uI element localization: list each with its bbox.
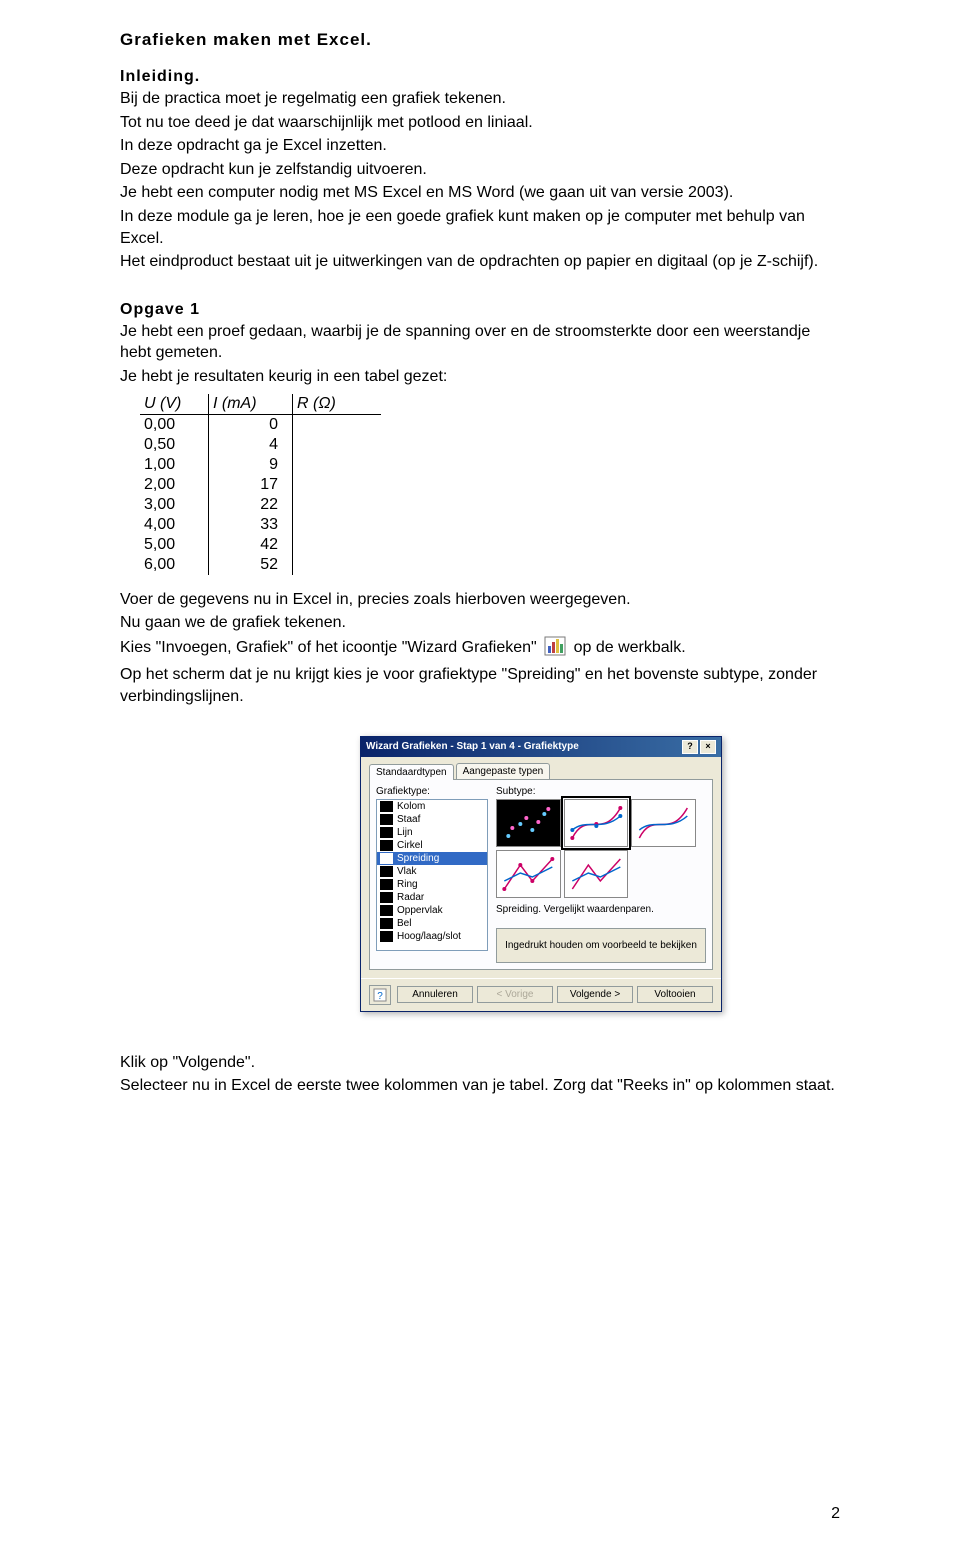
type-icon [380, 840, 393, 851]
intro-line: In deze opdracht ga je Excel inzetten. [120, 135, 840, 157]
type-icon [380, 801, 393, 812]
intro-block: Inleiding. Bij de practica moet je regel… [120, 68, 840, 273]
chart-wizard-icon [544, 636, 566, 663]
help-icon[interactable]: ? [682, 740, 698, 754]
th-i: I (mA) [209, 394, 293, 415]
type-icon [380, 918, 393, 929]
wizard-tabs: Standaardtypen Aangepaste typen [369, 763, 713, 779]
chart-wizard-dialog: Wizard Grafieken - Stap 1 van 4 - Grafie… [360, 736, 722, 1012]
subtype-scatter-lines-markers[interactable] [496, 850, 561, 898]
finish-button[interactable]: Voltooien [637, 986, 713, 1003]
svg-text:?: ? [377, 991, 383, 1002]
page-title: Grafieken maken met Excel. [120, 30, 840, 50]
list-item[interactable]: Spreiding [377, 852, 487, 865]
list-item[interactable]: Lijn [377, 826, 487, 839]
subtype-label: Subtype: [496, 786, 706, 797]
intro-line: Het eindproduct bestaat uit je uitwerkin… [120, 251, 840, 273]
subtype-description: Spreiding. Vergelijkt waardenparen. [496, 904, 706, 926]
table-row: 1,009 [140, 455, 381, 475]
data-table: U (V) I (mA) R (Ω) 0,000 0,504 1,009 2,0… [140, 394, 840, 575]
intro-line: Je hebt een computer nodig met MS Excel … [120, 182, 840, 204]
after-table-l1: Voer de gegevens nu in Excel in, precies… [120, 589, 840, 611]
th-r: R (Ω) [293, 394, 382, 415]
type-icon [380, 827, 393, 838]
list-item[interactable]: Radar [377, 891, 487, 904]
table-header-row: U (V) I (mA) R (Ω) [140, 394, 381, 415]
intro-heading: Inleiding. [120, 68, 840, 86]
table-row: 5,0042 [140, 535, 381, 555]
tab-standard-types[interactable]: Standaardtypen [369, 764, 454, 780]
type-icon [380, 892, 393, 903]
intro-line: In deze module ga je leren, hoe je een g… [120, 206, 840, 249]
outro-block: Klik op "Volgende". Selecteer nu in Exce… [120, 1052, 840, 1097]
list-item[interactable]: Bel [377, 917, 487, 930]
cancel-button[interactable]: Annuleren [397, 986, 473, 1003]
after-table-l3a: Kies "Invoegen, Grafiek" of het icoontje… [120, 639, 537, 656]
back-button[interactable]: < Vorige [477, 986, 553, 1003]
wizard-footer: ? Annuleren < Vorige Volgende > Voltooie… [361, 978, 721, 1011]
office-icon: ? [373, 988, 387, 1002]
th-u: U (V) [140, 394, 209, 415]
table-row: 2,0017 [140, 475, 381, 495]
outro-l2: Selecteer nu in Excel de eerste twee kol… [120, 1075, 840, 1097]
page-number: 2 [831, 1505, 840, 1523]
type-icon [380, 866, 393, 877]
subtype-scatter-points[interactable] [496, 799, 561, 847]
type-icon [380, 853, 393, 864]
preview-button[interactable]: Ingedrukt houden om voorbeeld te bekijke… [496, 928, 706, 963]
subtype-scatter-smooth-markers[interactable] [564, 799, 629, 847]
close-icon[interactable]: × [700, 740, 716, 754]
after-table-l3b: op de werkbalk. [574, 639, 686, 656]
outro-l1: Klik op "Volgende". [120, 1052, 840, 1074]
after-table-l3: Kies "Invoegen, Grafiek" of het icoontje… [120, 636, 840, 663]
table-row: 3,0022 [140, 495, 381, 515]
after-table-l2: Nu gaan we de grafiek tekenen. [120, 612, 840, 634]
help-button[interactable]: ? [369, 985, 391, 1005]
type-icon [380, 879, 393, 890]
list-item[interactable]: Ring [377, 878, 487, 891]
list-item[interactable]: Cirkel [377, 839, 487, 852]
next-button[interactable]: Volgende > [557, 986, 633, 1003]
type-icon [380, 905, 393, 916]
chart-type-listbox[interactable]: Kolom Staaf Lijn Cirkel Spreiding Vlak R… [376, 799, 488, 951]
subtype-grid [496, 799, 696, 898]
intro-line: Bij de practica moet je regelmatig een g… [120, 88, 840, 110]
chart-type-label: Grafiektype: [376, 786, 488, 797]
intro-line: Tot nu toe deed je dat waarschijnlijk me… [120, 112, 840, 134]
opgave-p1: Je hebt een proef gedaan, waarbij je de … [120, 321, 840, 364]
opgave-p2: Je hebt je resultaten keurig in een tabe… [120, 366, 840, 388]
table-row: 0,504 [140, 435, 381, 455]
list-item[interactable]: Oppervlak [377, 904, 487, 917]
intro-line: Deze opdracht kun je zelfstandig uitvoer… [120, 159, 840, 181]
type-icon [380, 814, 393, 825]
opgave-heading: Opgave 1 [120, 301, 840, 319]
list-item[interactable]: Staaf [377, 813, 487, 826]
table-row: 0,000 [140, 414, 381, 435]
subtype-scatter-lines[interactable] [564, 850, 629, 898]
type-icon [380, 931, 393, 942]
list-item[interactable]: Kolom [377, 800, 487, 813]
wizard-title-text: Wizard Grafieken - Stap 1 van 4 - Grafie… [366, 741, 579, 752]
after-table-l4: Op het scherm dat je nu krijgt kies je v… [120, 664, 840, 707]
list-item[interactable]: Hoog/laag/slot [377, 930, 487, 943]
list-item[interactable]: Vlak [377, 865, 487, 878]
table-row: 6,0052 [140, 555, 381, 575]
subtype-scatter-smooth[interactable] [631, 799, 696, 847]
opgave-block: Opgave 1 Je hebt een proef gedaan, waarb… [120, 301, 840, 708]
table-row: 4,0033 [140, 515, 381, 535]
tab-custom-types[interactable]: Aangepaste typen [456, 763, 551, 779]
wizard-titlebar: Wizard Grafieken - Stap 1 van 4 - Grafie… [361, 737, 721, 757]
